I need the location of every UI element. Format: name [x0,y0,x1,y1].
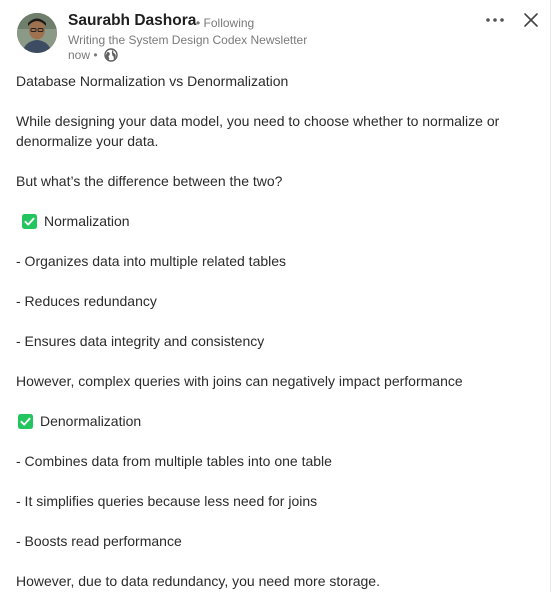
normalization-heading: Normalization [44,213,130,229]
denormalization-point: - Boosts read performance [16,533,182,549]
follow-status: • Following [196,16,255,30]
check-box-icon [18,414,33,429]
author-tagline: Writing the System Design Codex Newslett… [68,33,308,47]
post-intro-line-1: While designing your data model, you nee… [16,113,500,129]
denormalization-caveat: However, due to data redundancy, you nee… [16,573,380,589]
post-question: But what’s the difference between the tw… [16,173,283,189]
post-card: Saurabh Dashora • Following Writing the … [0,0,551,592]
close-icon[interactable] [522,11,540,29]
post-timestamp: now • [68,48,98,62]
author-name[interactable]: Saurabh Dashora [68,12,196,30]
globe-icon [104,48,118,62]
denormalization-point: - Combines data from multiple tables int… [16,453,332,469]
check-box-icon [22,214,37,229]
denormalization-heading: Denormalization [40,413,142,429]
normalization-point: - Reduces redundancy [16,293,157,309]
denormalization-point: - It simplifies queries because less nee… [16,493,318,509]
normalization-caveat: However, complex queries with joins can … [16,373,463,389]
author-avatar[interactable] [17,13,57,53]
more-horizontal-icon[interactable] [484,12,506,28]
post-intro-line-2: denormalize your data. [16,133,159,149]
normalization-point: - Ensures data integrity and consistency [16,333,265,349]
normalization-point: - Organizes data into multiple related t… [16,253,287,269]
post-title: Database Normalization vs Denormalizatio… [16,73,289,89]
